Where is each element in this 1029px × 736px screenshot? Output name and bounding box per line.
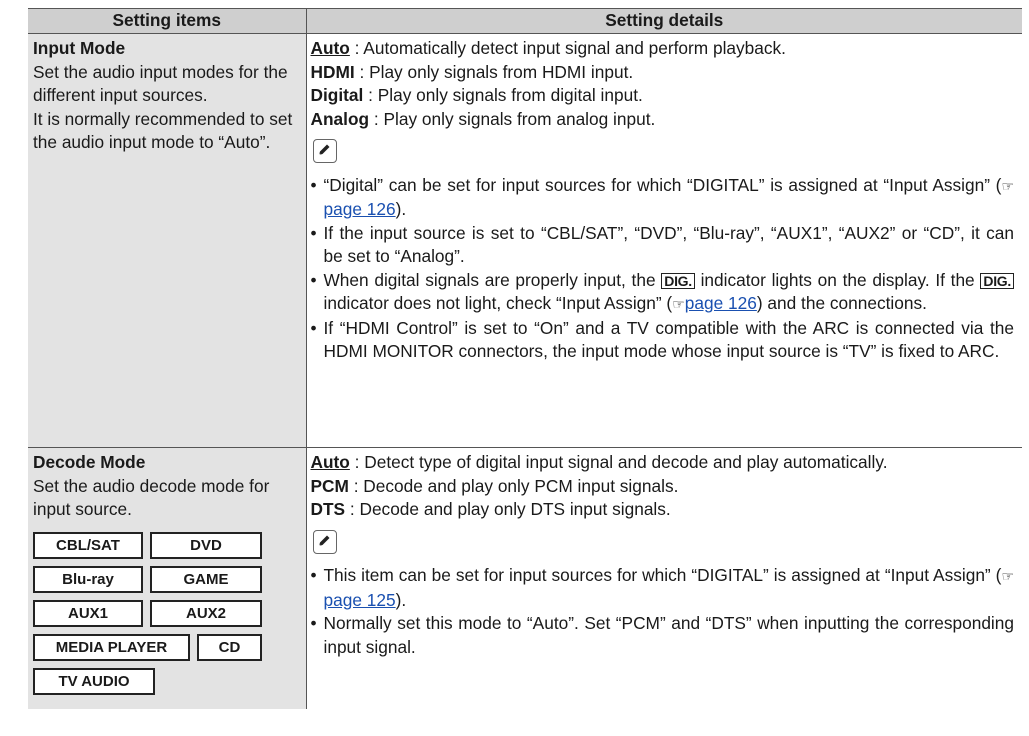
option-auto: Auto : Detect type of digital input sign…	[310, 452, 888, 472]
source-badge-aux1: AUX1	[33, 599, 143, 627]
source-badge-blu-ray: Blu-ray	[33, 565, 143, 593]
item-cell-input-mode: Input Mode Set the audio input modes for…	[28, 33, 307, 448]
details-cell-input-mode: Auto : Automatically detect input signal…	[306, 33, 1022, 448]
notes-list-decode-mode: This item can be set for input sources f…	[311, 564, 1015, 659]
source-badge-cd: CD	[197, 633, 262, 661]
item-desc-decode-mode: Set the audio decode mode for input sour…	[33, 475, 270, 520]
option-analog: Analog : Play only signals from analog i…	[310, 108, 656, 129]
dig-indicator-icon: DIG.	[661, 272, 695, 289]
settings-table: Setting items Setting details Input Mode…	[28, 9, 1022, 709]
header-setting-items: Setting items	[28, 9, 307, 34]
note-normally-auto: Normally set this mode to “Auto”. Set “P…	[311, 612, 1015, 659]
source-badge-dvd: DVD	[150, 531, 262, 559]
note-digital-assign-decode: This item can be set for input sources f…	[311, 564, 1015, 612]
source-badge-cbl-sat: CBL/SAT	[33, 531, 143, 559]
option-digital: Digital : Play only signals from digital…	[310, 85, 643, 105]
source-badge-game: GAME	[150, 565, 262, 593]
item-title-decode-mode: Decode Mode	[33, 452, 146, 472]
hand-pointer-icon: ☞	[672, 296, 685, 312]
pencil-icon	[312, 529, 337, 554]
table-row-decode-mode: Decode Mode Set the audio decode mode fo…	[28, 447, 1022, 710]
hand-pointer-icon: ☞	[1001, 177, 1014, 194]
item-title-input-mode: Input Mode	[33, 38, 126, 58]
source-badge-tv-audio: TV AUDIO	[33, 667, 155, 695]
hand-pointer-icon: ☞	[1001, 568, 1014, 584]
option-dts: DTS : Decode and play only DTS input sig…	[310, 499, 671, 519]
item-desc-input-mode: Set the audio input modes for the differ…	[33, 61, 288, 106]
details-cell-decode-mode: Auto : Detect type of digital input sign…	[306, 448, 1022, 710]
note-hdmi-control-arc: If “HDMI Control” is set to “On” and a T…	[311, 317, 1015, 364]
header-setting-details: Setting details	[306, 9, 1022, 34]
source-badge-aux2: AUX2	[150, 599, 262, 627]
source-badge-media-player: MEDIA PLAYER	[33, 633, 190, 661]
note-dig-indicator: When digital signals are properly input,…	[311, 269, 1015, 317]
note-analog-sources: If the input source is set to “CBL/SAT”,…	[311, 222, 1015, 269]
input-source-badges: CBL/SAT DVD Blu-ray GAME AUX1 AUX2 MEDIA…	[33, 531, 300, 695]
table-row-input-mode: Input Mode Set the audio input modes for…	[28, 33, 1022, 448]
notes-list-input-mode: “Digital” can be set for input sources f…	[311, 174, 1015, 364]
option-auto: Auto : Automatically detect input signal…	[310, 38, 786, 58]
item-cell-decode-mode: Decode Mode Set the audio decode mode fo…	[28, 447, 307, 709]
note-digital-assign: “Digital” can be set for input sources f…	[311, 174, 1015, 222]
pencil-icon	[312, 139, 337, 163]
option-pcm: PCM : Decode and play only PCM input sig…	[310, 475, 679, 496]
option-hdmi: HDMI : Play only signals from HDMI input…	[310, 61, 634, 82]
item-desc-input-mode-recommend: It is normally recommended to set the au…	[33, 108, 293, 153]
table-header-row: Setting items Setting details	[28, 9, 1022, 34]
page-ref-link-126[interactable]: ☞page 126	[672, 293, 757, 313]
dig-indicator-icon: DIG.	[980, 272, 1014, 289]
